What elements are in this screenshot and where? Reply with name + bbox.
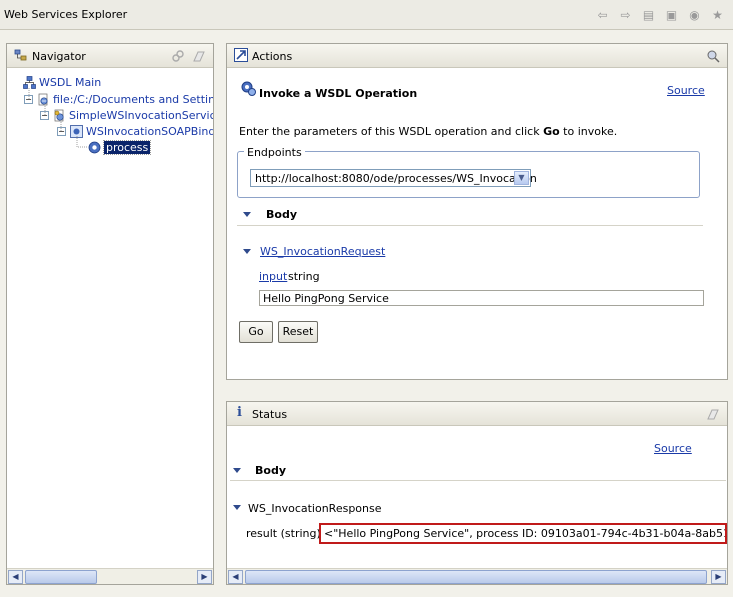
favorites-icon[interactable]: ▣ <box>662 6 681 24</box>
navigator-header: Navigator <box>7 44 213 68</box>
tree-label[interactable]: WSDL Main <box>39 76 101 89</box>
info-icon: i <box>237 405 242 420</box>
instructions-text: Enter the parameters of this WSDL operat… <box>239 125 544 138</box>
app-title: Web Services Explorer <box>4 8 128 21</box>
response-label: WS_InvocationResponse <box>248 502 382 515</box>
status-panel: i Status Source Body WS_InvocationRespon… <box>226 401 728 585</box>
result-label: result (string): <box>246 527 325 540</box>
toolbar: ⇦ ⇨ ▤ ▣ ◉ ★ <box>593 6 727 24</box>
tree-node-wsdl-main[interactable]: WSDL Main <box>23 74 101 90</box>
clear-icon[interactable] <box>192 49 206 63</box>
status-title: Status <box>252 408 288 421</box>
tree-label-selected[interactable]: process <box>102 139 152 155</box>
endpoint-select[interactable]: http://localhost:8080/ode/processes/WS_I… <box>250 169 537 187</box>
back-arrow-icon[interactable]: ⇦ <box>593 6 612 24</box>
star-icon[interactable]: ★ <box>708 6 727 24</box>
link-icon[interactable] <box>171 49 185 63</box>
input-field[interactable]: Hello PingPong Service <box>259 290 704 306</box>
status-source-link[interactable]: Source <box>654 442 692 455</box>
reset-button[interactable]: Reset <box>278 321 318 343</box>
param-type: string <box>288 270 320 283</box>
actions-panel: Actions Invoke a WSDL Operation Source E… <box>226 43 728 380</box>
invoke-icon <box>241 81 256 96</box>
endpoint-value: http://localhost:8080/ode/processes/WS_I… <box>255 172 537 185</box>
wsdl-file-icon <box>38 93 48 105</box>
status-body-collapse-icon[interactable] <box>233 468 241 473</box>
request-collapse-icon[interactable] <box>243 249 251 254</box>
tree-node-binding[interactable]: WSInvocationSOAPBinding <box>70 123 213 139</box>
status-body-divider <box>230 480 726 482</box>
instructions-go: Go <box>543 125 560 138</box>
status-body-label: Body <box>255 464 286 477</box>
title-bar: Web Services Explorer ⇦ ⇨ ▤ ▣ ◉ ★ <box>0 0 733 30</box>
forward-arrow-icon[interactable]: ⇨ <box>616 6 635 24</box>
collapse-toggle[interactable]: − <box>24 95 33 104</box>
tree-node-operation[interactable]: process <box>88 139 152 155</box>
navigator-icon <box>14 49 27 61</box>
body-collapse-icon[interactable] <box>243 212 251 217</box>
binding-icon <box>70 124 83 138</box>
clear-status-icon[interactable] <box>706 407 720 421</box>
tree-label[interactable]: SimpleWSInvocationService <box>69 109 213 122</box>
chevron-down-icon[interactable]: ▼ <box>514 171 529 185</box>
go-button[interactable]: Go <box>239 321 273 343</box>
history-icon[interactable]: ▤ <box>639 6 658 24</box>
status-header: i Status <box>227 402 727 426</box>
response-collapse-icon[interactable] <box>233 505 241 510</box>
instructions-text-end: to invoke. <box>559 125 618 138</box>
tree-node-service[interactable]: SimpleWSInvocationService <box>53 107 213 123</box>
navigator-tree: WSDL Main − file:/C:/Documents and Setti… <box>7 69 213 569</box>
actions-icon <box>234 48 248 62</box>
endpoints-label: Endpoints <box>244 146 305 159</box>
gear-icon <box>88 141 101 153</box>
tree-node-wsdl-file[interactable]: file:/C:/Documents and Settings/ <box>37 91 213 107</box>
scroll-left-button[interactable]: ◀ <box>228 570 243 584</box>
wsil-icon[interactable]: ◉ <box>685 6 704 24</box>
navigator-scrollbar[interactable]: ◀ ▶ <box>7 568 213 584</box>
source-link[interactable]: Source <box>667 84 705 97</box>
instructions: Enter the parameters of this WSDL operat… <box>239 125 617 138</box>
actions-title: Actions <box>252 50 293 63</box>
collapse-toggle[interactable]: − <box>40 111 49 120</box>
service-icon <box>54 109 64 121</box>
invoke-heading: Invoke a WSDL Operation <box>259 87 418 100</box>
result-value: <"Hello PingPong Service", process ID: 0… <box>324 527 725 540</box>
param-input-link[interactable]: input <box>259 270 287 283</box>
navigator-title: Navigator <box>32 50 86 63</box>
tree-label[interactable]: WSInvocationSOAPBinding <box>86 125 213 138</box>
navigator-panel: Navigator WSDL Main − file:/C:/Documents… <box>6 43 214 585</box>
input-value: Hello PingPong Service <box>263 292 389 305</box>
status-scrollbar[interactable]: ◀ ▶ <box>227 568 727 584</box>
scroll-thumb[interactable] <box>245 570 707 584</box>
tree-label[interactable]: file:/C:/Documents and Settings/ <box>53 93 213 106</box>
request-link[interactable]: WS_InvocationRequest <box>260 245 385 258</box>
result-value-box[interactable]: <"Hello PingPong Service", process ID: 0… <box>319 523 727 544</box>
scroll-right-button[interactable]: ▶ <box>711 570 726 584</box>
scroll-right-button[interactable]: ▶ <box>197 570 212 584</box>
collapse-toggle[interactable]: − <box>57 127 66 136</box>
wsdl-main-icon <box>23 75 36 89</box>
actions-header: Actions <box>227 44 727 68</box>
scroll-thumb[interactable] <box>25 570 97 584</box>
scroll-left-button[interactable]: ◀ <box>8 570 23 584</box>
maximize-icon[interactable] <box>706 49 720 63</box>
body-label: Body <box>266 208 297 221</box>
body-divider <box>237 225 703 227</box>
